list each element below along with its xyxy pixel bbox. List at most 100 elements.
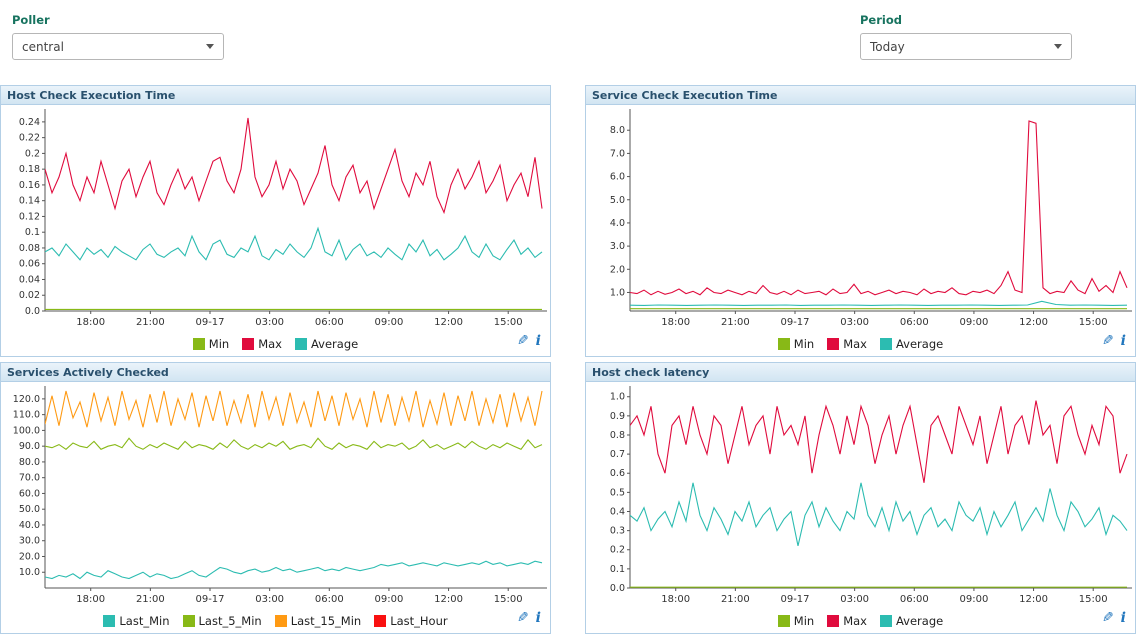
chart-host-check-latency: 0.00.10.20.30.40.50.60.70.80.91.018:0021… [586,382,1135,609]
svg-text:0.08: 0.08 [19,243,40,254]
svg-text:0.3: 0.3 [610,526,625,537]
info-icon[interactable]: i [1121,610,1126,626]
svg-text:50.0: 50.0 [19,504,40,515]
svg-text:1.0: 1.0 [610,287,625,298]
svg-text:60.0: 60.0 [19,488,40,499]
legend-swatch [275,615,287,627]
svg-text:2.0: 2.0 [610,264,625,275]
svg-text:7.0: 7.0 [610,148,625,159]
legend-item: Max [242,337,282,351]
svg-text:1.0: 1.0 [610,392,625,403]
legend-item: Min [778,337,814,351]
svg-text:70.0: 70.0 [19,473,40,484]
legend-label: Max [843,337,867,351]
svg-text:0.7: 0.7 [610,449,625,460]
svg-text:0.4: 0.4 [610,506,625,517]
info-icon[interactable]: i [536,333,541,349]
svg-text:0.5: 0.5 [610,487,625,498]
legend-swatch [880,615,892,627]
legend-swatch [827,338,839,350]
info-icon[interactable]: i [1121,333,1126,349]
svg-text:0.16: 0.16 [19,180,40,191]
svg-text:18:00: 18:00 [76,317,105,328]
panel-icons: ✎ i [1102,610,1126,626]
panel-title: Host Check Execution Time [1,86,550,105]
poller-select-value: central [22,40,64,54]
svg-text:09-17: 09-17 [780,594,809,605]
legend-item: Max [827,614,867,628]
chart-services-actively-checked: 10.020.030.040.050.060.070.080.090.0100.… [1,382,550,609]
legend-item: Min [778,614,814,628]
charts-grid: Host Check Execution Time 0.00.020.040.0… [0,85,1136,634]
svg-text:110.0: 110.0 [13,410,40,421]
chart-svg: 1.02.03.04.05.06.07.08.018:0021:0009-170… [586,105,1135,332]
legend-swatch [778,338,790,350]
svg-text:09:00: 09:00 [375,594,404,605]
poller-label: Poller [12,13,224,27]
panel-title: Services Actively Checked [1,363,550,382]
panel-footer: Min Max Average ✎ i [1,332,550,356]
panel-services-actively-checked: Services Actively Checked 10.020.030.040… [0,362,551,634]
svg-text:21:00: 21:00 [721,317,750,328]
legend: Min Max Average [778,337,943,351]
svg-text:90.0: 90.0 [19,441,40,452]
svg-text:03:00: 03:00 [255,317,284,328]
svg-text:6.0: 6.0 [610,172,625,183]
legend-label: Average [896,337,943,351]
monitoring-dashboard: Poller central Period Today Host Check E… [0,0,1136,634]
legend-item: Average [880,337,943,351]
svg-text:0.6: 0.6 [610,468,625,479]
legend-label: Last_15_Min [291,614,362,628]
legend-item: Max [827,337,867,351]
svg-text:4.0: 4.0 [610,218,625,229]
panel-title: Host check latency [586,363,1135,382]
svg-text:80.0: 80.0 [19,457,40,468]
chart-service-check-execution-time: 1.02.03.04.05.06.07.08.018:0021:0009-170… [586,105,1135,332]
legend: Min Max Average [193,337,358,351]
svg-text:03:00: 03:00 [840,594,869,605]
svg-text:12:00: 12:00 [434,317,463,328]
edit-graph-icon[interactable]: ✎ [1102,333,1114,349]
svg-text:100.0: 100.0 [13,425,40,436]
svg-text:0.02: 0.02 [19,290,40,301]
svg-text:18:00: 18:00 [661,594,690,605]
svg-text:8.0: 8.0 [610,125,625,136]
chart-svg: 0.00.10.20.30.40.50.60.70.80.91.018:0021… [586,382,1135,609]
svg-text:15:00: 15:00 [1079,317,1108,328]
legend-label: Min [794,614,814,628]
svg-text:0.2: 0.2 [25,148,40,159]
legend-label: Max [258,337,282,351]
period-label: Period [860,13,1072,27]
panel-icons: ✎ i [1102,333,1126,349]
svg-text:0.22: 0.22 [19,133,40,144]
legend-item: Average [295,337,358,351]
poller-select[interactable]: central [12,33,224,60]
period-select[interactable]: Today [860,33,1072,60]
svg-text:0.9: 0.9 [610,411,625,422]
edit-graph-icon[interactable]: ✎ [1102,610,1114,626]
svg-text:15:00: 15:00 [1079,594,1108,605]
info-icon[interactable]: i [536,610,541,626]
svg-text:15:00: 15:00 [494,317,523,328]
chevron-down-icon [1054,44,1062,49]
svg-text:21:00: 21:00 [136,594,165,605]
svg-text:09-17: 09-17 [195,317,224,328]
svg-text:09:00: 09:00 [375,317,404,328]
legend-label: Last_5_Min [199,614,262,628]
svg-text:0.14: 0.14 [19,196,40,207]
svg-text:5.0: 5.0 [610,195,625,206]
svg-text:0.0: 0.0 [610,583,625,594]
filter-bar: Poller central Period Today [0,0,1136,85]
legend: Min Max Average [778,614,943,628]
svg-text:0.1: 0.1 [25,227,40,238]
chart-host-check-execution-time: 0.00.020.040.060.080.10.120.140.160.180.… [1,105,550,332]
legend-item: Average [880,614,943,628]
legend-label: Last_Hour [390,614,447,628]
svg-text:06:00: 06:00 [315,317,344,328]
edit-graph-icon[interactable]: ✎ [517,333,529,349]
edit-graph-icon[interactable]: ✎ [517,610,529,626]
svg-text:0.1: 0.1 [610,564,625,575]
legend-label: Min [209,337,229,351]
panel-title: Service Check Execution Time [586,86,1135,105]
svg-text:06:00: 06:00 [900,317,929,328]
